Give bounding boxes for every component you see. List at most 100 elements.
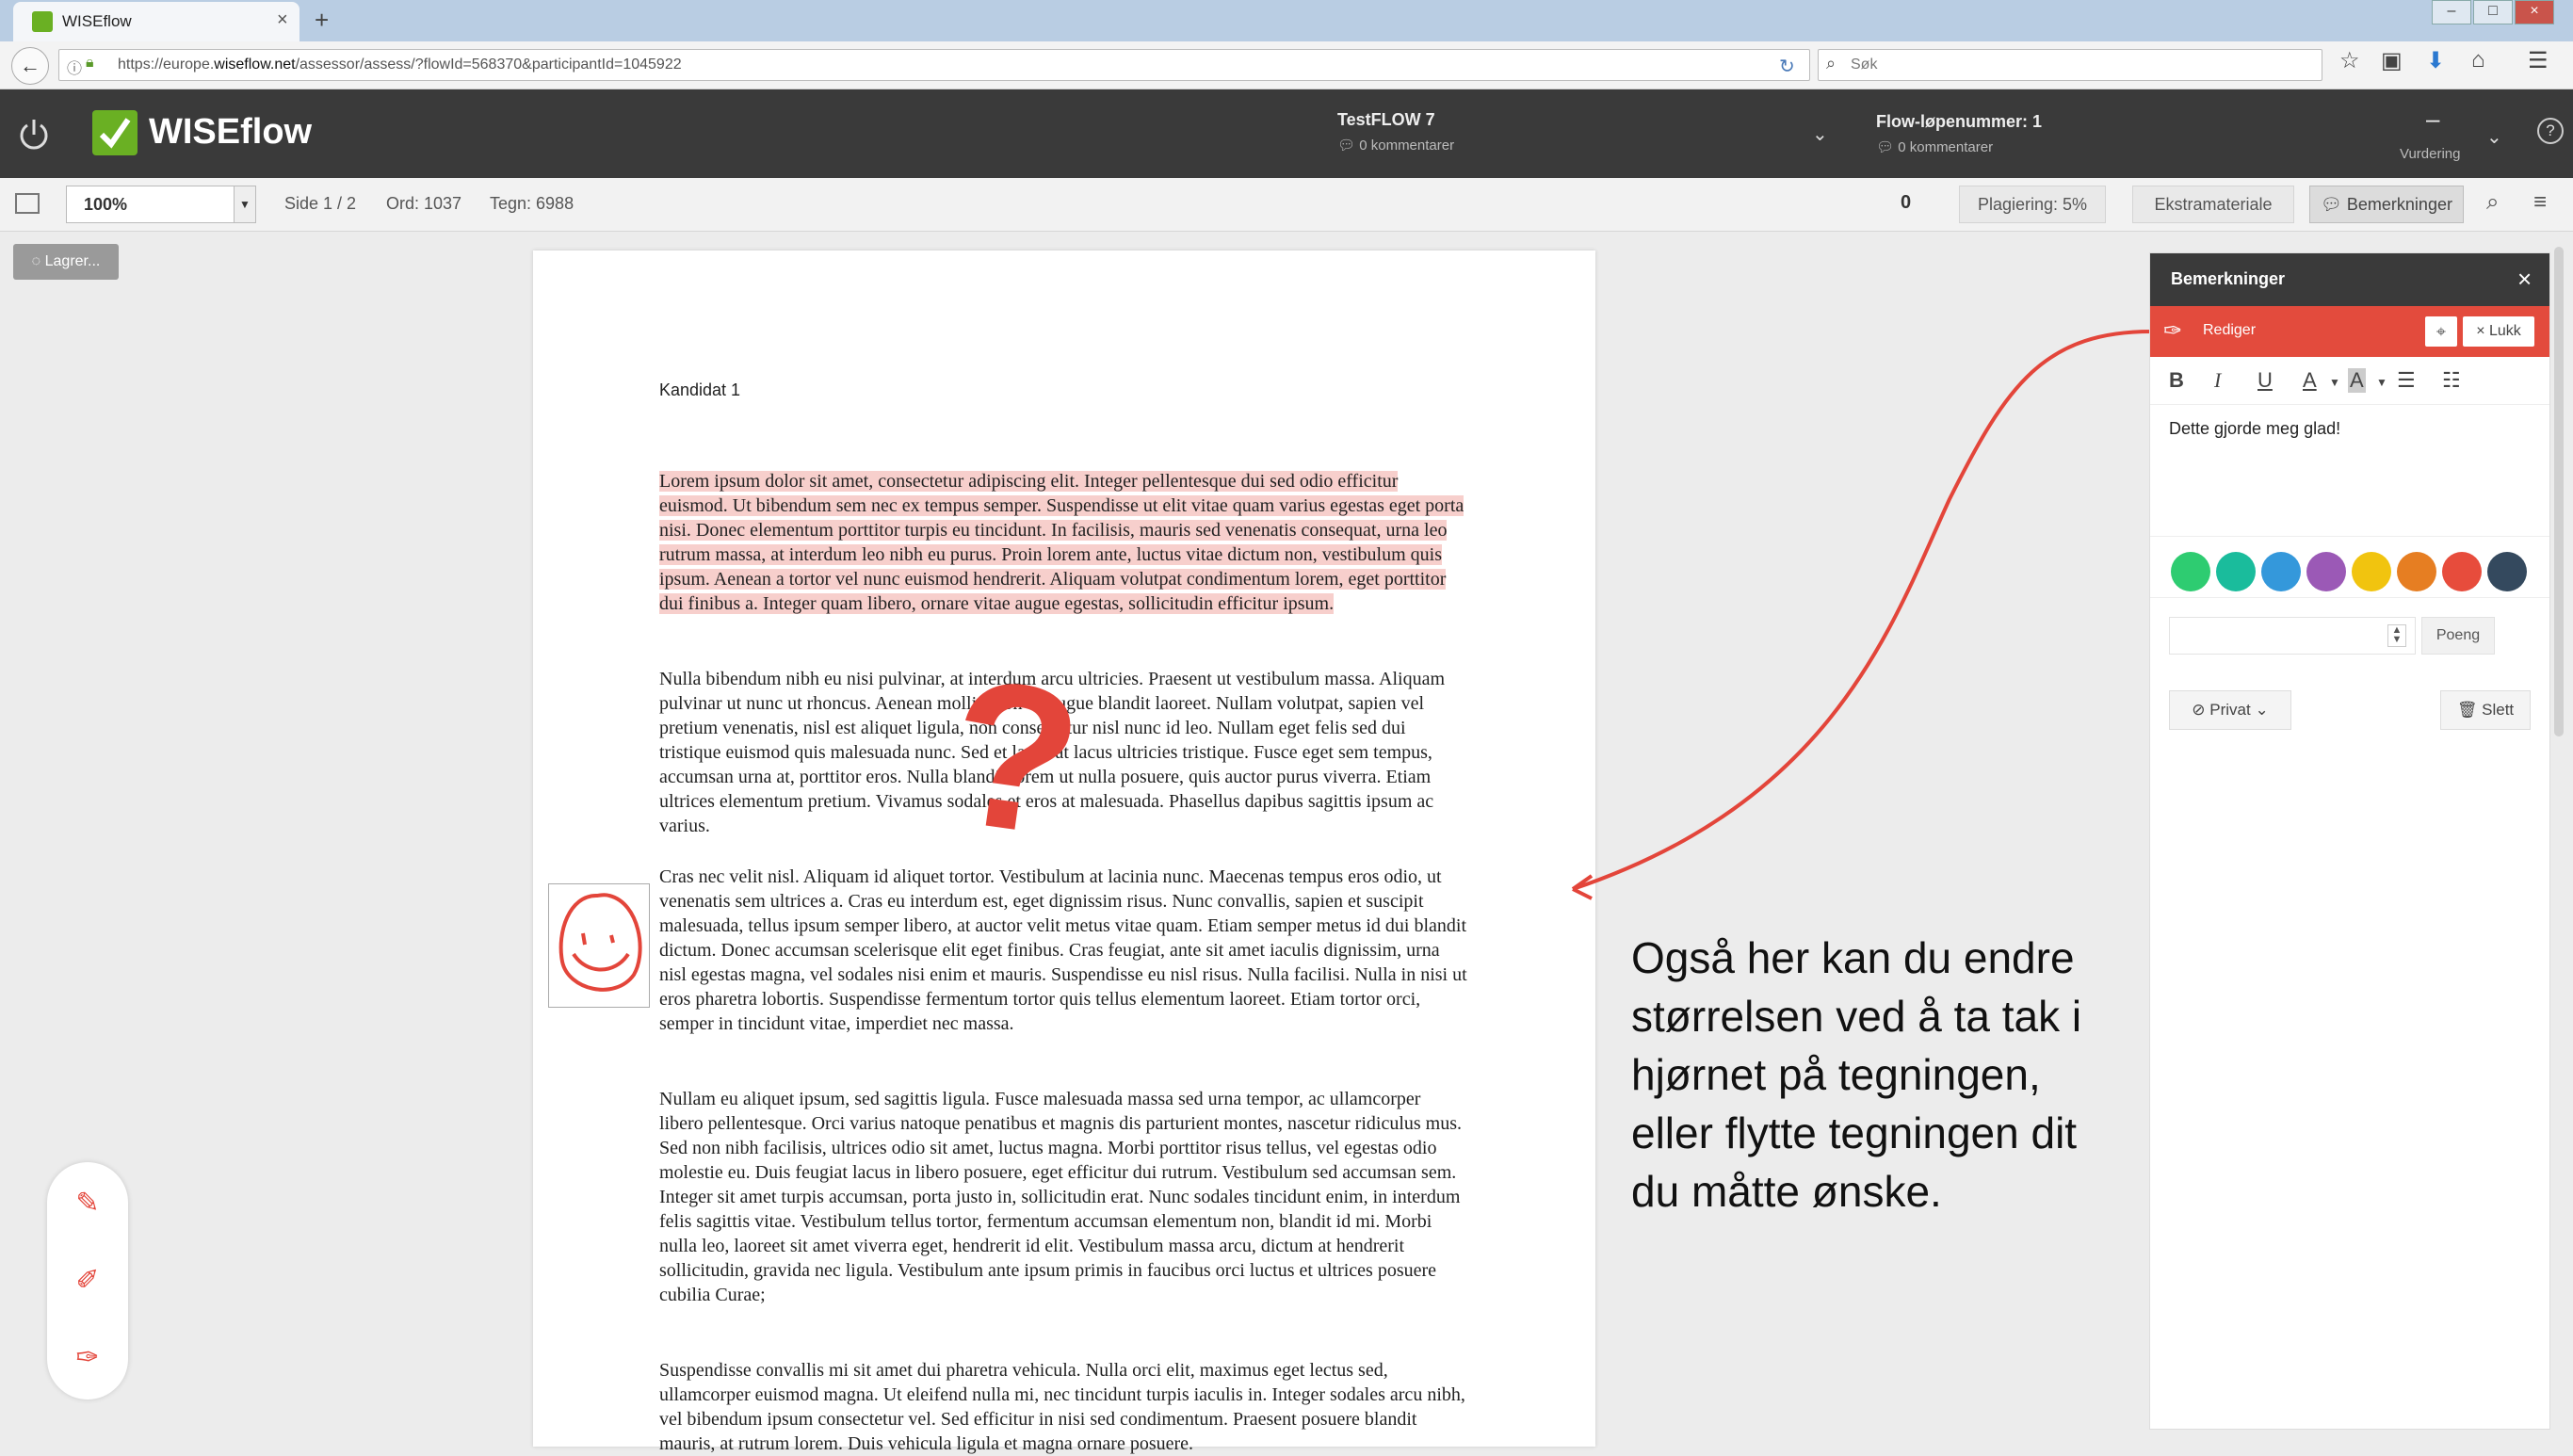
window-close-button[interactable]: ×: [2515, 0, 2554, 24]
info-icon[interactable]: ⓘ: [67, 56, 82, 78]
privacy-dropdown[interactable]: ⊘ Privat ⌄: [2169, 690, 2291, 730]
grade-value: –: [2426, 105, 2440, 133]
chevron-down-icon[interactable]: ▼: [2376, 376, 2387, 389]
text-color-button[interactable]: A: [2303, 368, 2317, 393]
reload-icon[interactable]: ↻: [1779, 55, 1795, 78]
marker-icon[interactable]: ✐: [69, 1262, 106, 1300]
color-swatch-navy[interactable]: [2487, 552, 2527, 591]
zoom-select[interactable]: 100% ▼: [66, 186, 256, 223]
eraser-icon[interactable]: ✑: [69, 1339, 106, 1377]
tab-title: WISEflow: [62, 12, 132, 30]
color-swatch-orange[interactable]: [2397, 552, 2436, 591]
window-controls: – □ ×: [2432, 0, 2564, 24]
numbered-list-icon[interactable]: ☷: [2442, 368, 2461, 393]
points-input[interactable]: [2169, 617, 2416, 655]
app-logo-text: WISEflow: [149, 112, 313, 152]
char-count: Tegn: 6988: [490, 194, 574, 213]
panel-header: Bemerkninger ×: [2150, 253, 2549, 306]
trash-icon: 🗑︎: [2456, 701, 2478, 719]
panel-title: Bemerkninger: [2171, 269, 2286, 288]
flow-comments[interactable]: 💬︎ 0 kommentarer: [1337, 137, 1454, 154]
plagiarism-button[interactable]: Plagiering: 5%: [1959, 186, 2106, 223]
search-icon[interactable]: ⌕: [2486, 189, 2499, 216]
pen-icon[interactable]: ✎: [69, 1185, 106, 1222]
drawing-toolbar: ✎ ✐ ✑: [47, 1162, 128, 1399]
power-icon[interactable]: [15, 116, 53, 154]
close-icon[interactable]: ×: [2517, 265, 2532, 294]
paragraph-1[interactable]: Lorem ipsum dolor sit amet, consectetur …: [659, 469, 1469, 616]
delete-button[interactable]: 🗑︎ Slett: [2440, 690, 2531, 730]
annotation-arrow: [1571, 329, 2158, 900]
color-swatch-blue[interactable]: [2261, 552, 2301, 591]
minimize-button[interactable]: –: [2432, 0, 2471, 24]
richtext-toolbar: B I U A ▼ A ▼ ☰ ☷: [2150, 357, 2549, 405]
color-swatch-yellow[interactable]: [2352, 552, 2391, 591]
download-icon[interactable]: ⬇: [2426, 47, 2445, 74]
saving-indicator: ◌ Lagrer...: [13, 244, 119, 280]
wiseflow-favicon-icon: [32, 11, 53, 32]
browser-search-bar[interactable]: ⌕ Søk: [1818, 49, 2322, 81]
document-toolbar: 100% ▼ Side 1 / 2 Ord: 1037 Tegn: 6988 0…: [0, 178, 2573, 232]
lock-icon: 🔒︎: [86, 55, 94, 71]
grade-label: Vurdering: [2400, 146, 2461, 162]
chevron-down-icon[interactable]: ⌄: [1812, 122, 1828, 146]
browser-menu-icon[interactable]: ☰: [2528, 47, 2549, 74]
home-icon[interactable]: ⌂: [2471, 47, 2485, 73]
color-swatch-red[interactable]: [2442, 552, 2482, 591]
browser-tab[interactable]: WISEflow ×: [13, 2, 299, 41]
eraser-icon: ✑: [2163, 318, 2183, 344]
bookmarks-list-icon[interactable]: ▣: [2381, 47, 2403, 74]
help-icon[interactable]: ?: [2537, 118, 2564, 144]
color-swatch-green[interactable]: [2171, 552, 2210, 591]
edit-label: Rediger: [2203, 322, 2257, 338]
bullet-list-icon[interactable]: ☰: [2397, 368, 2416, 393]
page-indicator: Side 1 / 2: [284, 194, 357, 213]
new-tab-button[interactable]: +: [315, 6, 329, 35]
word-count: Ord: 1037: [386, 194, 462, 213]
color-swatch-purple[interactable]: [2306, 552, 2346, 591]
paragraph-3[interactable]: Cras nec velit nisl. Aliquam id aliquet …: [659, 865, 1469, 1036]
paragraph-5[interactable]: Suspendisse convallis mi sit amet dui ph…: [659, 1358, 1469, 1456]
thumbnails-icon[interactable]: [15, 193, 40, 214]
points-button[interactable]: Poeng: [2421, 617, 2495, 655]
url-text: https://europe.wiseflow.net/assessor/ass…: [118, 57, 682, 73]
color-swatch-teal[interactable]: [2216, 552, 2256, 591]
locate-button[interactable]: ⌖: [2425, 316, 2457, 347]
italic-button[interactable]: I: [2214, 368, 2221, 393]
comment-editor[interactable]: Dette gjorde meg glad!: [2169, 419, 2340, 439]
browser-tab-bar: WISEflow × + – □ ×: [0, 0, 2573, 41]
address-bar[interactable]: ⓘ 🔒︎ https://europe.wiseflow.net/assesso…: [58, 49, 1810, 81]
points-stepper[interactable]: ▲ ▼: [2387, 624, 2406, 647]
smiley-drawing[interactable]: [548, 883, 650, 1008]
panel-scrollbar[interactable]: [2554, 247, 2564, 736]
chevron-down-icon[interactable]: ⌄: [2486, 125, 2502, 149]
chevron-down-icon[interactable]: ▼: [2329, 376, 2340, 389]
highlight-color-button[interactable]: A: [2348, 368, 2366, 393]
bold-button[interactable]: B: [2169, 368, 2184, 393]
close-edit-button[interactable]: × Lukk: [2463, 316, 2534, 347]
flow-number: Flow-løpenummer: 1: [1876, 112, 2043, 131]
app-header: WISEflow TestFLOW 7 💬︎ 0 kommentarer ⌄ F…: [0, 89, 2573, 178]
wiseflow-logo-icon: [92, 110, 138, 155]
extra-material-button[interactable]: Ekstramateriale: [2132, 186, 2294, 223]
remark-count: 0: [1901, 192, 1912, 213]
smiley-icon: [558, 893, 642, 992]
highlighted-text[interactable]: Lorem ipsum dolor sit amet, consectetur …: [659, 471, 1465, 614]
paragraph-4[interactable]: Nullam eu aliquet ipsum, sed sagittis li…: [659, 1087, 1469, 1307]
bookmark-star-icon[interactable]: ☆: [2339, 47, 2360, 74]
zoom-dropdown-icon[interactable]: ▼: [234, 186, 255, 222]
maximize-button[interactable]: □: [2473, 0, 2513, 24]
edit-bar: ✑ Rediger ⌖ × Lukk: [2150, 306, 2549, 357]
remarks-button[interactable]: 💬︎ Bemerkninger: [2309, 186, 2464, 223]
menu-icon[interactable]: ≡: [2533, 189, 2547, 216]
tutorial-annotation: Også her kan du endre størrelsen ved å t…: [1631, 933, 2082, 1216]
flow-title: TestFLOW 7: [1337, 110, 1435, 129]
back-arrow-icon[interactable]: ←: [11, 47, 49, 85]
underline-button[interactable]: U: [2257, 368, 2273, 393]
search-placeholder: Søk: [1851, 57, 1878, 73]
participant-comments[interactable]: 💬︎ 0 kommentarer: [1876, 138, 1993, 155]
tab-close-icon[interactable]: ×: [277, 9, 288, 31]
candidate-label: Kandidat 1: [659, 380, 741, 399]
color-picker: [2150, 536, 2549, 598]
search-icon: ⌕: [1826, 54, 1837, 73]
